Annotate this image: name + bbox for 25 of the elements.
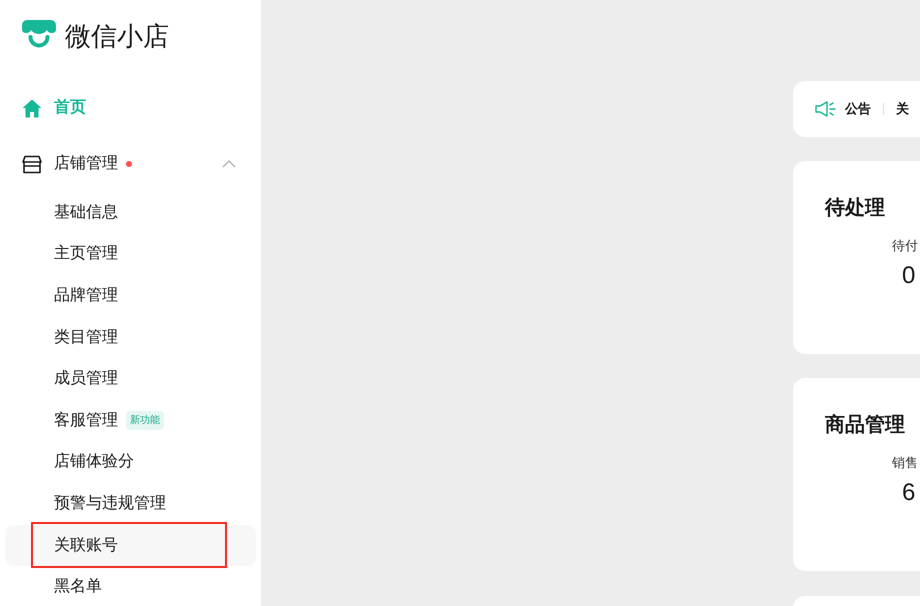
stat-value[interactable]: 6: [902, 476, 916, 510]
announcement-label: 公告: [845, 100, 871, 118]
stat-label: 销售: [892, 454, 918, 472]
home-icon: [22, 98, 42, 118]
card-title: 商品管理: [825, 412, 905, 438]
nav-item[interactable]: 店铺管理: [54, 152, 118, 176]
caret-icon[interactable]: [222, 160, 236, 168]
submenu-item[interactable]: 品牌管理: [5, 275, 256, 317]
stat-value[interactable]: 0: [902, 259, 916, 293]
submenu-item[interactable]: 店铺体验分: [5, 442, 256, 484]
submenu-item[interactable]: 基础信息: [5, 192, 256, 234]
submenu-item[interactable]: 主页管理: [5, 234, 256, 276]
submenu-item[interactable]: 预警与违规管理: [5, 483, 256, 525]
new-feature-badge: 新功能: [126, 411, 164, 430]
submenu-item[interactable]: 客服管理 新功能: [5, 400, 256, 442]
store-icon: [22, 154, 42, 174]
announcement-text[interactable]: 关: [896, 99, 909, 119]
stat-label: 待付: [892, 237, 918, 255]
submenu-item[interactable]: 黑名单: [5, 566, 256, 606]
submenu-item[interactable]: 类目管理: [5, 316, 256, 358]
brand-name: 微信小店: [65, 20, 169, 52]
submenu-item[interactable]: 关联账号: [5, 524, 256, 566]
speaker-icon: [815, 101, 836, 117]
card-title: 待处理: [825, 196, 885, 221]
submenu-item[interactable]: 成员管理: [5, 358, 256, 400]
